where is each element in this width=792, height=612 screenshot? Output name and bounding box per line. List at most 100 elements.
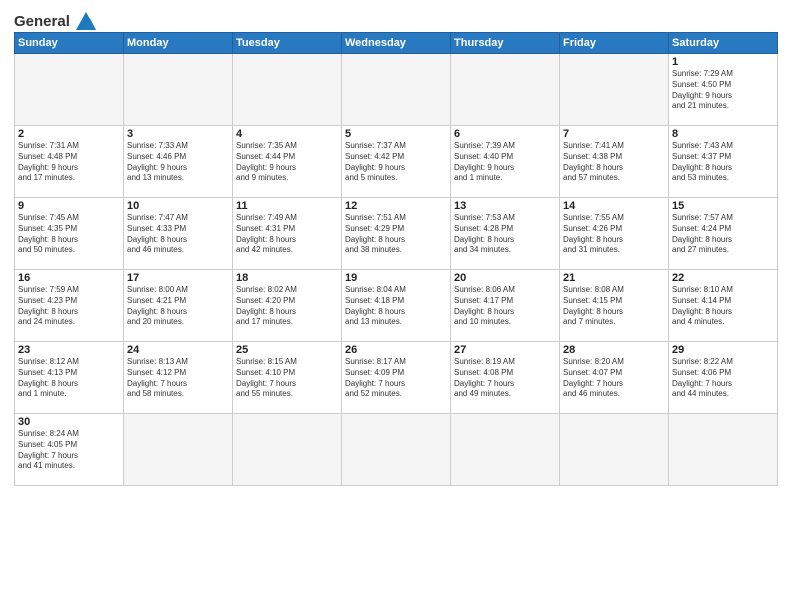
calendar-cell bbox=[451, 54, 560, 126]
calendar-cell bbox=[560, 54, 669, 126]
calendar-cell: 17Sunrise: 8:00 AM Sunset: 4:21 PM Dayli… bbox=[124, 270, 233, 342]
day-info: Sunrise: 8:06 AM Sunset: 4:17 PM Dayligh… bbox=[454, 285, 556, 328]
calendar-cell: 15Sunrise: 7:57 AM Sunset: 4:24 PM Dayli… bbox=[669, 198, 778, 270]
weekday-saturday: Saturday bbox=[669, 33, 778, 54]
day-info: Sunrise: 7:51 AM Sunset: 4:29 PM Dayligh… bbox=[345, 213, 447, 256]
calendar-cell bbox=[233, 54, 342, 126]
day-info: Sunrise: 7:47 AM Sunset: 4:33 PM Dayligh… bbox=[127, 213, 229, 256]
day-info: Sunrise: 8:15 AM Sunset: 4:10 PM Dayligh… bbox=[236, 357, 338, 400]
logo: General bbox=[14, 10, 100, 28]
day-info: Sunrise: 8:13 AM Sunset: 4:12 PM Dayligh… bbox=[127, 357, 229, 400]
calendar-cell bbox=[669, 414, 778, 486]
day-number: 28 bbox=[563, 344, 665, 356]
day-number: 7 bbox=[563, 128, 665, 140]
calendar-cell: 18Sunrise: 8:02 AM Sunset: 4:20 PM Dayli… bbox=[233, 270, 342, 342]
day-info: Sunrise: 8:22 AM Sunset: 4:06 PM Dayligh… bbox=[672, 357, 774, 400]
calendar-body: 1Sunrise: 7:29 AM Sunset: 4:50 PM Daylig… bbox=[15, 54, 778, 486]
day-info: Sunrise: 8:19 AM Sunset: 4:08 PM Dayligh… bbox=[454, 357, 556, 400]
day-number: 10 bbox=[127, 200, 229, 212]
calendar-cell: 26Sunrise: 8:17 AM Sunset: 4:09 PM Dayli… bbox=[342, 342, 451, 414]
calendar-cell: 9Sunrise: 7:45 AM Sunset: 4:35 PM Daylig… bbox=[15, 198, 124, 270]
week-row-6: 30Sunrise: 8:24 AM Sunset: 4:05 PM Dayli… bbox=[15, 414, 778, 486]
calendar-cell: 2Sunrise: 7:31 AM Sunset: 4:48 PM Daylig… bbox=[15, 126, 124, 198]
day-info: Sunrise: 7:31 AM Sunset: 4:48 PM Dayligh… bbox=[18, 141, 120, 184]
calendar-cell: 16Sunrise: 7:59 AM Sunset: 4:23 PM Dayli… bbox=[15, 270, 124, 342]
day-number: 5 bbox=[345, 128, 447, 140]
day-info: Sunrise: 8:00 AM Sunset: 4:21 PM Dayligh… bbox=[127, 285, 229, 328]
calendar: SundayMondayTuesdayWednesdayThursdayFrid… bbox=[14, 32, 778, 486]
day-info: Sunrise: 7:33 AM Sunset: 4:46 PM Dayligh… bbox=[127, 141, 229, 184]
day-number: 29 bbox=[672, 344, 774, 356]
calendar-cell bbox=[342, 414, 451, 486]
calendar-cell: 20Sunrise: 8:06 AM Sunset: 4:17 PM Dayli… bbox=[451, 270, 560, 342]
day-info: Sunrise: 7:59 AM Sunset: 4:23 PM Dayligh… bbox=[18, 285, 120, 328]
page: General SundayMondayTuesdayWednesdayThur… bbox=[0, 0, 792, 612]
calendar-cell: 1Sunrise: 7:29 AM Sunset: 4:50 PM Daylig… bbox=[669, 54, 778, 126]
day-info: Sunrise: 7:41 AM Sunset: 4:38 PM Dayligh… bbox=[563, 141, 665, 184]
calendar-cell: 14Sunrise: 7:55 AM Sunset: 4:26 PM Dayli… bbox=[560, 198, 669, 270]
day-info: Sunrise: 7:37 AM Sunset: 4:42 PM Dayligh… bbox=[345, 141, 447, 184]
day-number: 12 bbox=[345, 200, 447, 212]
calendar-cell: 21Sunrise: 8:08 AM Sunset: 4:15 PM Dayli… bbox=[560, 270, 669, 342]
logo-general: General bbox=[14, 13, 70, 30]
weekday-sunday: Sunday bbox=[15, 33, 124, 54]
calendar-cell bbox=[560, 414, 669, 486]
day-number: 13 bbox=[454, 200, 556, 212]
day-number: 2 bbox=[18, 128, 120, 140]
day-info: Sunrise: 7:39 AM Sunset: 4:40 PM Dayligh… bbox=[454, 141, 556, 184]
week-row-3: 9Sunrise: 7:45 AM Sunset: 4:35 PM Daylig… bbox=[15, 198, 778, 270]
calendar-cell: 11Sunrise: 7:49 AM Sunset: 4:31 PM Dayli… bbox=[233, 198, 342, 270]
weekday-tuesday: Tuesday bbox=[233, 33, 342, 54]
day-number: 9 bbox=[18, 200, 120, 212]
day-info: Sunrise: 7:43 AM Sunset: 4:37 PM Dayligh… bbox=[672, 141, 774, 184]
calendar-cell: 22Sunrise: 8:10 AM Sunset: 4:14 PM Dayli… bbox=[669, 270, 778, 342]
calendar-cell: 12Sunrise: 7:51 AM Sunset: 4:29 PM Dayli… bbox=[342, 198, 451, 270]
day-number: 16 bbox=[18, 272, 120, 284]
week-row-2: 2Sunrise: 7:31 AM Sunset: 4:48 PM Daylig… bbox=[15, 126, 778, 198]
day-info: Sunrise: 8:02 AM Sunset: 4:20 PM Dayligh… bbox=[236, 285, 338, 328]
day-info: Sunrise: 7:57 AM Sunset: 4:24 PM Dayligh… bbox=[672, 213, 774, 256]
day-number: 17 bbox=[127, 272, 229, 284]
day-number: 3 bbox=[127, 128, 229, 140]
calendar-cell: 8Sunrise: 7:43 AM Sunset: 4:37 PM Daylig… bbox=[669, 126, 778, 198]
weekday-header-row: SundayMondayTuesdayWednesdayThursdayFrid… bbox=[15, 33, 778, 54]
day-number: 18 bbox=[236, 272, 338, 284]
day-info: Sunrise: 7:55 AM Sunset: 4:26 PM Dayligh… bbox=[563, 213, 665, 256]
day-info: Sunrise: 8:17 AM Sunset: 4:09 PM Dayligh… bbox=[345, 357, 447, 400]
day-number: 30 bbox=[18, 416, 120, 428]
day-number: 23 bbox=[18, 344, 120, 356]
logo-icon bbox=[72, 10, 100, 32]
day-info: Sunrise: 7:53 AM Sunset: 4:28 PM Dayligh… bbox=[454, 213, 556, 256]
day-number: 19 bbox=[345, 272, 447, 284]
day-number: 6 bbox=[454, 128, 556, 140]
calendar-cell bbox=[124, 54, 233, 126]
calendar-cell: 7Sunrise: 7:41 AM Sunset: 4:38 PM Daylig… bbox=[560, 126, 669, 198]
calendar-cell bbox=[124, 414, 233, 486]
calendar-cell: 30Sunrise: 8:24 AM Sunset: 4:05 PM Dayli… bbox=[15, 414, 124, 486]
day-number: 1 bbox=[672, 56, 774, 68]
calendar-cell: 23Sunrise: 8:12 AM Sunset: 4:13 PM Dayli… bbox=[15, 342, 124, 414]
day-info: Sunrise: 7:29 AM Sunset: 4:50 PM Dayligh… bbox=[672, 69, 774, 112]
day-info: Sunrise: 8:04 AM Sunset: 4:18 PM Dayligh… bbox=[345, 285, 447, 328]
calendar-cell: 19Sunrise: 8:04 AM Sunset: 4:18 PM Dayli… bbox=[342, 270, 451, 342]
day-number: 22 bbox=[672, 272, 774, 284]
day-info: Sunrise: 8:08 AM Sunset: 4:15 PM Dayligh… bbox=[563, 285, 665, 328]
calendar-cell: 27Sunrise: 8:19 AM Sunset: 4:08 PM Dayli… bbox=[451, 342, 560, 414]
day-info: Sunrise: 8:24 AM Sunset: 4:05 PM Dayligh… bbox=[18, 429, 120, 472]
day-number: 15 bbox=[672, 200, 774, 212]
day-number: 25 bbox=[236, 344, 338, 356]
calendar-cell: 13Sunrise: 7:53 AM Sunset: 4:28 PM Dayli… bbox=[451, 198, 560, 270]
weekday-wednesday: Wednesday bbox=[342, 33, 451, 54]
day-info: Sunrise: 7:49 AM Sunset: 4:31 PM Dayligh… bbox=[236, 213, 338, 256]
day-info: Sunrise: 7:35 AM Sunset: 4:44 PM Dayligh… bbox=[236, 141, 338, 184]
calendar-cell: 28Sunrise: 8:20 AM Sunset: 4:07 PM Dayli… bbox=[560, 342, 669, 414]
calendar-header: SundayMondayTuesdayWednesdayThursdayFrid… bbox=[15, 33, 778, 54]
calendar-cell bbox=[342, 54, 451, 126]
day-number: 24 bbox=[127, 344, 229, 356]
day-number: 8 bbox=[672, 128, 774, 140]
week-row-1: 1Sunrise: 7:29 AM Sunset: 4:50 PM Daylig… bbox=[15, 54, 778, 126]
weekday-monday: Monday bbox=[124, 33, 233, 54]
day-number: 26 bbox=[345, 344, 447, 356]
calendar-cell: 5Sunrise: 7:37 AM Sunset: 4:42 PM Daylig… bbox=[342, 126, 451, 198]
week-row-4: 16Sunrise: 7:59 AM Sunset: 4:23 PM Dayli… bbox=[15, 270, 778, 342]
